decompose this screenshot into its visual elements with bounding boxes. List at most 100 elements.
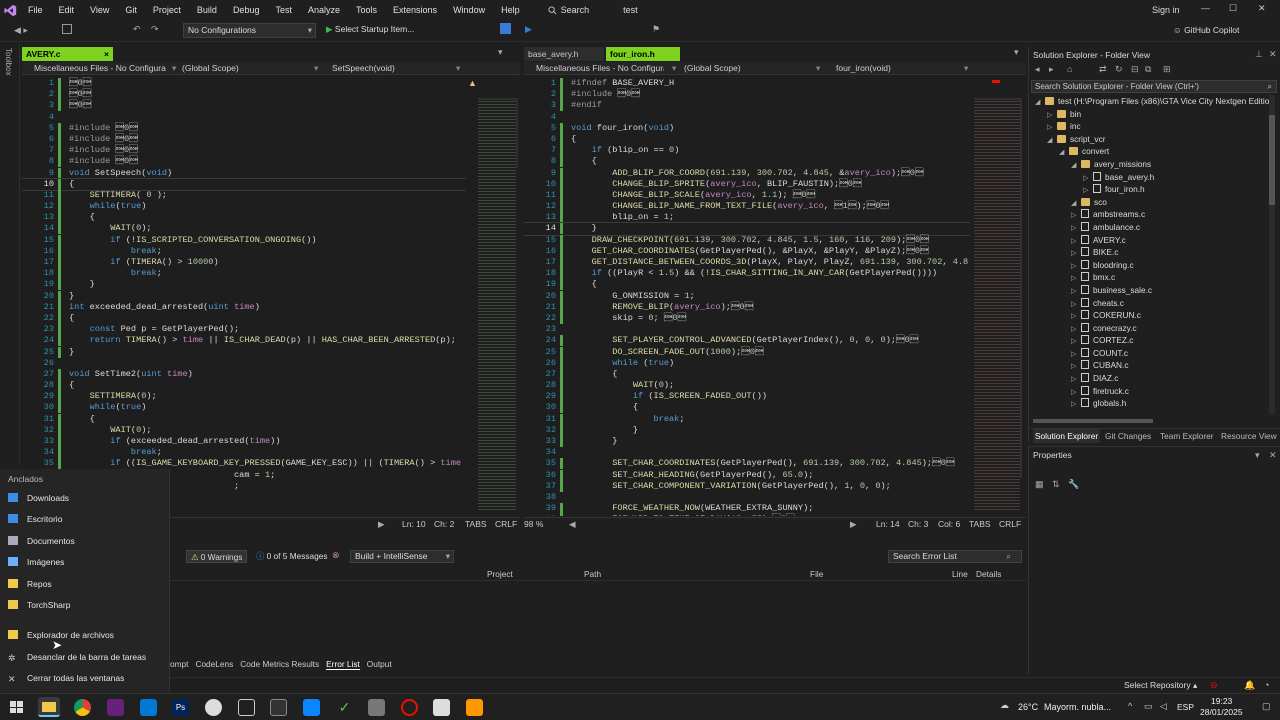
bottom-tab-3[interactable]: Error List <box>326 659 360 670</box>
close-icon[interactable]: ✕ <box>1269 450 1277 461</box>
code-line[interactable]: 33 } <box>524 436 970 447</box>
code-line[interactable]: 34 break; <box>22 447 466 459</box>
code-line[interactable]: 19 } <box>22 279 466 291</box>
tree-file[interactable]: ▷ bmx.c <box>1029 271 1269 284</box>
indent-indicator[interactable]: TABS <box>465 518 487 531</box>
code-line[interactable]: 20 G_ONMISSION = 1; <box>524 290 970 302</box>
code-line[interactable]: 31 { <box>22 413 466 425</box>
property-pages-icon[interactable]: 🔧 <box>1068 479 1079 489</box>
bottom-tab-4[interactable]: Output <box>367 659 392 669</box>
code-line[interactable]: 14 WAIT(0); <box>22 223 466 235</box>
menu-tools[interactable]: Tools <box>348 0 385 20</box>
back-icon[interactable]: ◂ <box>1035 64 1040 75</box>
column-indicator[interactable]: Col: 6 <box>938 518 960 531</box>
scroll-left-icon[interactable]: ◀ <box>569 518 576 531</box>
configuration-dropdown[interactable]: No Configurations ▾ <box>183 23 316 38</box>
jumplist-action-item[interactable]: ✲ Desanclar de la barra de tareas <box>8 650 146 664</box>
zoom-level[interactable]: 98 % <box>524 518 543 531</box>
project-dropdown[interactable]: Miscellaneous Files - No Configura <box>536 62 664 75</box>
file-explorer-icon[interactable] <box>38 697 60 717</box>
preview-icon[interactable]: ⊞ <box>1163 64 1171 75</box>
indent-indicator[interactable]: TABS <box>969 518 991 531</box>
pin-icon[interactable]: ⊥ <box>1255 49 1263 60</box>
app-circle-icon[interactable] <box>205 699 222 716</box>
sign-in-link[interactable]: Sign in <box>1152 5 1180 15</box>
menu-extensions[interactable]: Extensions <box>385 0 445 20</box>
code-line[interactable]: 9 ADD_BLIP_FOR_COORD(691.139, 300.702, 4… <box>524 167 970 179</box>
clock-date[interactable]: 28/01/2025 <box>1200 707 1243 717</box>
tree-file[interactable]: ▷ DIAZ.c <box>1029 372 1269 385</box>
menu-git[interactable]: Git <box>117 0 145 20</box>
jumplist-pinned-item[interactable]: Escritorio <box>8 512 62 526</box>
code-line[interactable]: 2 0 <box>22 89 466 101</box>
code-line[interactable]: 34 <box>524 447 970 458</box>
code-line[interactable]: 36 SET_CHAR_HEADING(GetPlayerPed(), 65.0… <box>524 469 970 481</box>
tree-file[interactable]: ▷ COUNT.c <box>1029 347 1269 360</box>
tree-file[interactable]: ▷ AVERY.c <box>1029 234 1269 247</box>
bottom-tab-1[interactable]: CodeLens <box>195 659 233 669</box>
forward-icon[interactable]: ▸ <box>1049 64 1054 75</box>
record-icon[interactable] <box>401 699 418 716</box>
tree-file[interactable]: ▷ cheats.c <box>1029 297 1269 310</box>
code-line[interactable]: 2 #include 0 <box>524 89 970 101</box>
line-ending-indicator[interactable]: CRLF <box>495 518 517 531</box>
save-icon[interactable] <box>62 24 72 34</box>
collapse-icon[interactable]: ⊟ <box>1131 64 1139 75</box>
expander-icon[interactable]: ▷ <box>1071 399 1081 412</box>
code-line[interactable]: 33 if (exceeded_dead_arrested(time)) <box>22 436 466 447</box>
code-line[interactable]: 26 while (true) <box>524 357 970 369</box>
code-line[interactable]: 14 } <box>524 222 970 236</box>
column-header-file[interactable]: File <box>810 568 823 581</box>
tray-chevron-icon[interactable]: ^ <box>1128 701 1132 711</box>
menu-edit[interactable]: Edit <box>51 0 83 20</box>
code-line[interactable]: 25} <box>22 346 466 358</box>
menu-test[interactable]: Test <box>267 0 300 20</box>
code-line[interactable]: 37 SET_CHAR_COMPONENT_VARIATION(GetPlaye… <box>524 480 970 492</box>
back-icon[interactable]: ◀ ▸ <box>14 25 28 36</box>
se-tab-2[interactable]: Team Explorer <box>1160 429 1214 443</box>
code-line[interactable]: 35 SET_CHAR_COORDINATES(GetPlayerPed(), … <box>524 458 970 470</box>
minimize-button[interactable]: — <box>1201 3 1210 13</box>
code-line[interactable]: 11 CHANGE_BLIP_SCALE(avery_ico, 1.1); 0… <box>524 189 970 201</box>
sync-icon[interactable]: ⇄ <box>1099 64 1107 75</box>
jumplist-pinned-item[interactable]: Documentos <box>8 534 75 548</box>
alphabetical-icon[interactable]: ⇅ <box>1052 479 1060 489</box>
volume-icon[interactable]: ◁ <box>1160 701 1167 712</box>
refresh-icon[interactable]: ↻ <box>1115 64 1123 75</box>
code-line[interactable]: 24 return TIMERA() > time || IS_CHAR_DEA… <box>22 335 466 347</box>
car-icon[interactable] <box>368 699 385 716</box>
debug-target-icon[interactable] <box>500 23 511 34</box>
code-line[interactable]: 17 if (TIMERA() > 10000) <box>22 257 466 268</box>
bell-icon[interactable]: 🔔 <box>1244 680 1255 691</box>
notification-center-icon[interactable]: ▢ <box>1262 701 1271 712</box>
scope-dropdown[interactable]: (Global Scope) <box>182 62 239 75</box>
tab-overflow-icon[interactable]: ▾ <box>1014 47 1019 58</box>
menu-analyze[interactable]: Analyze <box>300 0 348 20</box>
terminal-icon[interactable] <box>270 699 287 716</box>
select-repository-button[interactable]: Select Repository ▴ <box>1124 680 1197 691</box>
code-line[interactable]: 13 blip_on = 1; <box>524 212 970 224</box>
chevron-down-icon[interactable]: ▾ <box>1255 450 1260 461</box>
close-button[interactable]: ✕ <box>1258 3 1266 14</box>
tab-avery-c[interactable]: AVERY.c × <box>22 47 113 61</box>
code-line[interactable]: 30 while(true) <box>22 402 466 414</box>
tree-folder[interactable]: ◢ sco <box>1029 196 1269 209</box>
tree-file[interactable]: ▷ firetruck.c <box>1029 385 1269 398</box>
tab-four-iron-h[interactable]: four_iron.h <box>606 47 680 61</box>
se-tab-3[interactable]: Resource View <box>1221 429 1277 443</box>
feedback-icon[interactable]: ◔ <box>1264 680 1269 690</box>
run-icon[interactable]: ▶ <box>525 24 532 35</box>
tab-base-avery-h[interactable]: base_avery.h <box>524 47 604 61</box>
vs-logo-icon[interactable] <box>0 0 20 20</box>
code-line[interactable]: 7 if (blip_on == 0) <box>524 145 970 157</box>
line-indicator[interactable]: Ln: 10 <box>402 518 426 531</box>
tree-folder[interactable]: ◢ avery_missions <box>1029 158 1269 171</box>
left-code-editor[interactable]: 1 0 2 0 3 0 4 5 #include 0 6 #include 0 7… <box>22 76 466 516</box>
code-line[interactable]: 4 <box>22 112 466 123</box>
char-indicator[interactable]: Ch: 2 <box>434 518 454 531</box>
jumplist-pinned-item[interactable]: TorchSharp <box>8 598 70 612</box>
tree-file[interactable]: ▷ four_iron.h <box>1029 183 1269 196</box>
start-button[interactable]: ▶ Select Startup Item... <box>326 24 414 35</box>
code-line[interactable]: 8 #include 0 <box>22 156 466 168</box>
code-line[interactable]: 15 DRAW_CHECKPOINT(691.139, 300.702, 4.8… <box>524 234 970 246</box>
